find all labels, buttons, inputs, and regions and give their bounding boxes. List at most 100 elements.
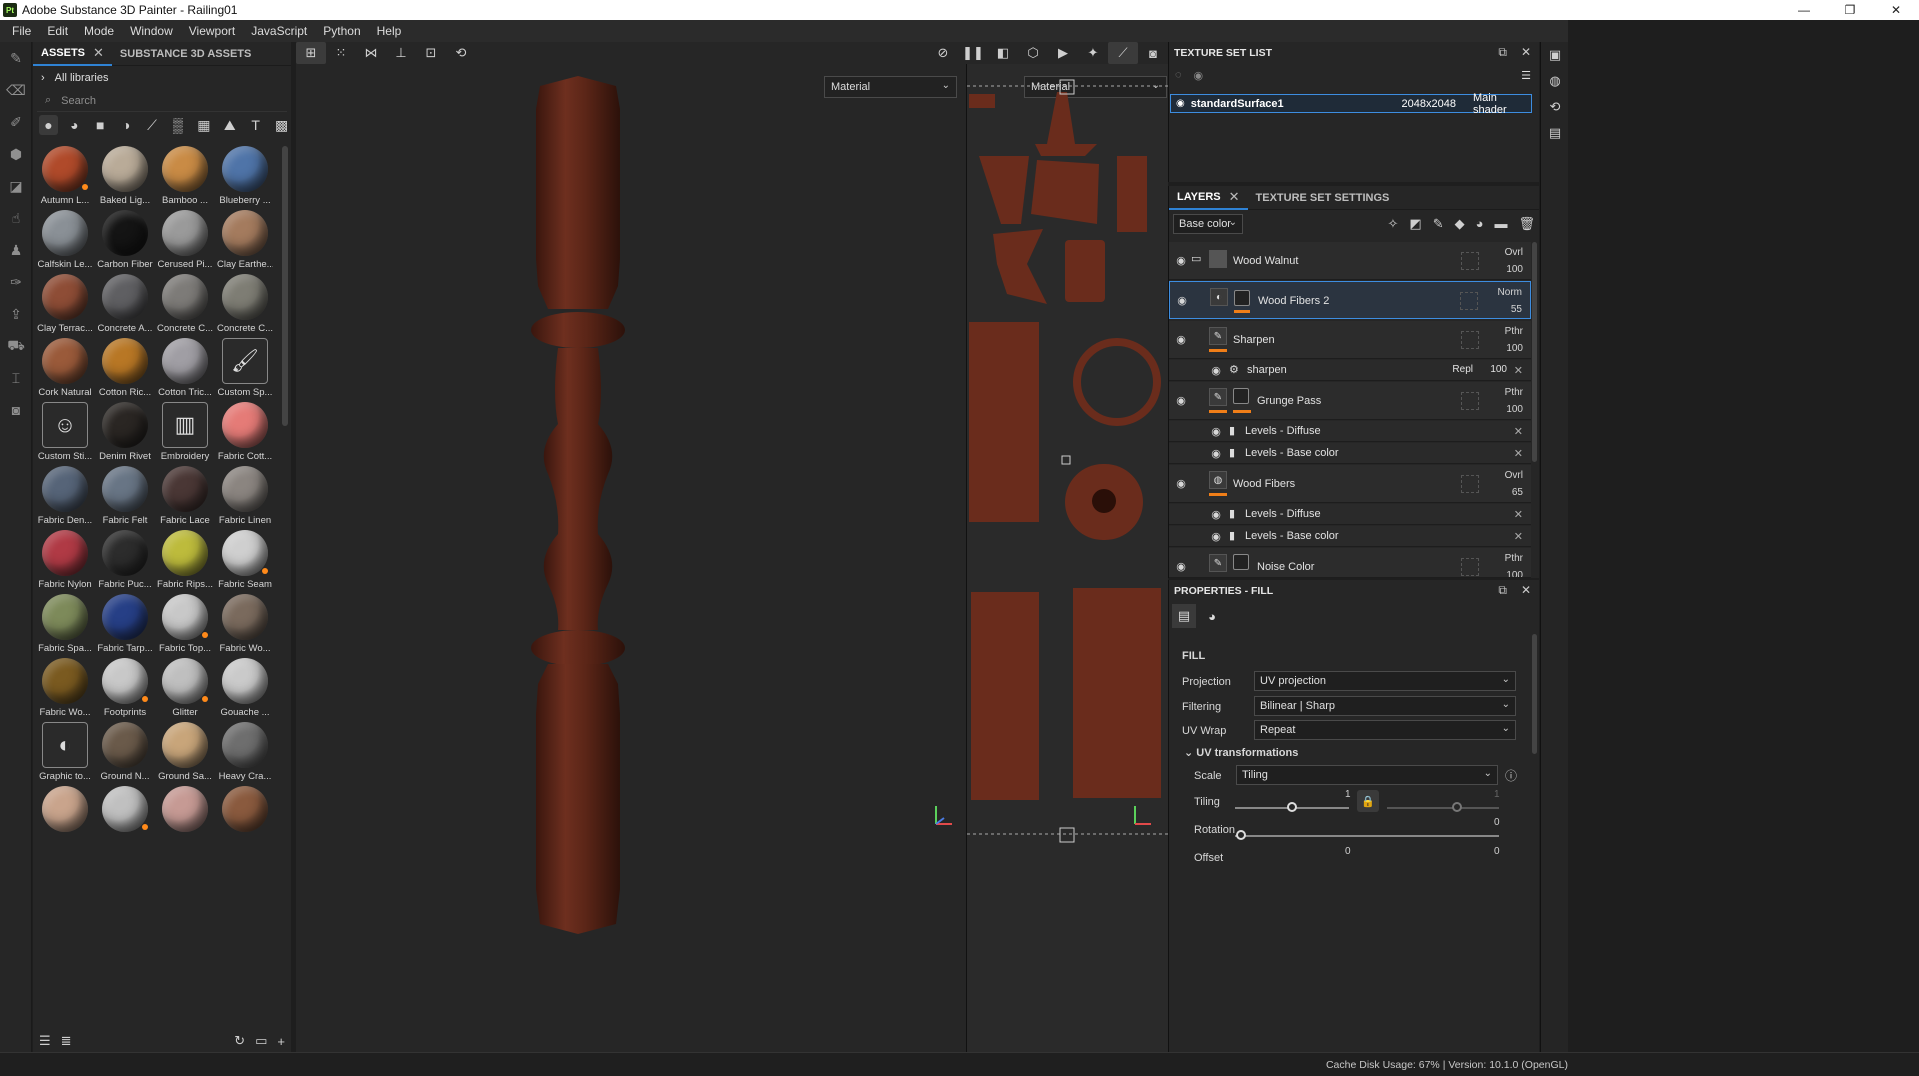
tiling-value[interactable]: 1: [1345, 789, 1351, 800]
all-libraries-row[interactable]: › All libraries: [33, 66, 291, 90]
clone-stamp-icon[interactable]: ♟: [0, 234, 32, 266]
remove-effect-icon[interactable]: ✕: [1514, 364, 1523, 377]
layer-opacity[interactable]: 55: [1511, 304, 1522, 315]
eye-icon[interactable]: ◉: [1174, 333, 1188, 346]
filter-all-icon[interactable]: ▩: [272, 115, 291, 135]
texture-set-icon[interactable]: ▣: [1541, 42, 1569, 68]
material-icon[interactable]: ◕: [1200, 604, 1224, 628]
symmetry-icon[interactable]: ⋈: [356, 42, 386, 64]
eye-icon[interactable]: ◉: [1174, 560, 1188, 573]
layer-opacity[interactable]: 65: [1512, 487, 1523, 498]
asset-tile[interactable]: Fabric Felt: [97, 466, 153, 527]
filter-row[interactable]: ◉ ▮ Levels - Base color ✕: [1169, 443, 1531, 464]
eye-icon[interactable]: ◉: [1209, 364, 1223, 377]
asset-tile[interactable]: [97, 786, 153, 846]
maximize-button[interactable]: ❐: [1827, 0, 1873, 20]
projection-icon[interactable]: ✐: [0, 106, 32, 138]
properties-scrollbar[interactable]: [1532, 634, 1537, 754]
asset-tile[interactable]: Fabric Lace: [157, 466, 213, 527]
tab-assets[interactable]: ASSETS ✕: [33, 42, 112, 66]
filter-row[interactable]: ◉ ▮ Levels - Diffuse ✕: [1169, 504, 1531, 525]
layer-blend-mode[interactable]: Pthr: [1505, 387, 1523, 398]
close-icon[interactable]: ✕: [93, 41, 104, 65]
screenshot-icon[interactable]: ◙: [1138, 42, 1168, 64]
asset-tile[interactable]: Denim Rivet: [97, 402, 153, 463]
asset-tile[interactable]: Fabric Top...: [157, 594, 213, 655]
tab-layers[interactable]: LAYERS ✕: [1169, 186, 1248, 210]
asset-tile[interactable]: Gouache ...: [217, 658, 273, 719]
menu-file[interactable]: File: [4, 24, 39, 38]
add-fill-layer-icon[interactable]: ◆: [1455, 216, 1465, 232]
asset-tile[interactable]: Ground Sa...: [157, 722, 213, 783]
asset-tile[interactable]: Autumn L...: [37, 146, 93, 207]
uv-handle-bottom[interactable]: [1059, 827, 1075, 843]
remove-effect-icon[interactable]: ✕: [1514, 530, 1523, 543]
render-icon[interactable]: ◙: [0, 394, 32, 426]
texture-set-row[interactable]: ◉ standardSurface1 2048x2048 Main shader: [1170, 92, 1532, 116]
minimize-button[interactable]: —: [1781, 0, 1827, 20]
eye-icon[interactable]: ◉: [1175, 294, 1189, 307]
eye-icon[interactable]: ◉: [1209, 447, 1223, 460]
asset-tile[interactable]: Heavy Cra...: [217, 722, 273, 783]
info-icon[interactable]: ⓘ: [1505, 767, 1517, 784]
selection-mode-icon[interactable]: ⊞: [296, 42, 326, 64]
asset-tile[interactable]: Concrete A...: [97, 274, 153, 335]
display-settings-icon[interactable]: ◍: [1541, 68, 1569, 94]
light-icon[interactable]: ✦: [1078, 42, 1108, 64]
eye-icon[interactable]: ◉: [1174, 254, 1188, 267]
delete-icon[interactable]: 🗑: [1518, 216, 1535, 232]
asset-tile[interactable]: 🖌 Custom Sp...: [217, 338, 273, 399]
export-icon[interactable]: ⛟: [0, 330, 32, 362]
asset-tile[interactable]: Clay Terrac...: [37, 274, 93, 335]
close-icon[interactable]: ✕: [1521, 583, 1531, 598]
texture-set-shader[interactable]: Main shader: [1473, 92, 1531, 116]
tiling-slider-knob[interactable]: [1287, 802, 1297, 812]
asset-tile[interactable]: Blueberry ...: [217, 146, 273, 207]
filter-textures-icon[interactable]: ▒: [169, 115, 188, 135]
remove-effect-icon[interactable]: ✕: [1514, 508, 1523, 521]
close-icon[interactable]: ✕: [1229, 185, 1240, 209]
asset-tile[interactable]: Fabric Wo...: [217, 594, 273, 655]
asset-tile[interactable]: Fabric Tarp...: [97, 594, 153, 655]
layer-row[interactable]: ◉ ◍ Wood Fibers Ovrl 65: [1169, 465, 1531, 503]
layer-opacity[interactable]: 100: [1506, 264, 1523, 275]
filter-row[interactable]: ◉ ⚙ sharpen Repl 100 ✕: [1169, 360, 1531, 381]
asset-tile[interactable]: ☺ Custom Sti...: [37, 402, 93, 463]
eye-icon[interactable]: ◉: [1176, 98, 1185, 109]
asset-tile[interactable]: Carbon Fiber: [97, 210, 153, 271]
assets-scrollbar[interactable]: [282, 146, 288, 426]
tab-substance-assets[interactable]: SUBSTANCE 3D ASSETS: [112, 42, 259, 66]
pause-icon[interactable]: ❚❚: [958, 42, 988, 64]
viewport-2d[interactable]: Material ⌄: [966, 64, 1168, 1052]
asset-tile[interactable]: Concrete C...: [217, 274, 273, 335]
filter-filters-icon[interactable]: ▦: [194, 115, 213, 135]
cube-icon[interactable]: ⬡: [1018, 42, 1048, 64]
add-effect-icon[interactable]: ✧: [1388, 216, 1399, 232]
eye-icon[interactable]: ◉: [1174, 477, 1188, 490]
asset-tile[interactable]: Footprints: [97, 658, 153, 719]
asset-tile[interactable]: Bamboo ...: [157, 146, 213, 207]
add-folder-icon[interactable]: ▬: [1494, 216, 1507, 232]
measure-icon[interactable]: ⌶: [0, 362, 32, 394]
asset-tile[interactable]: Fabric Linen: [217, 466, 273, 527]
asset-tile[interactable]: Fabric Nylon: [37, 530, 93, 591]
tiling-slider-track-secondary[interactable]: [1387, 807, 1499, 809]
menu-window[interactable]: Window: [122, 24, 181, 38]
float-panel-icon[interactable]: ⧉: [1498, 45, 1507, 60]
layer-row[interactable]: ◉ ✎ Sharpen Pthr 100: [1169, 321, 1531, 359]
remove-effect-icon[interactable]: ✕: [1514, 425, 1523, 438]
asset-tile[interactable]: Fabric Rips...: [157, 530, 213, 591]
asset-tile[interactable]: Cotton Ric...: [97, 338, 153, 399]
filter-masks-icon[interactable]: ■: [91, 115, 110, 135]
menu-viewport[interactable]: Viewport: [181, 24, 243, 38]
asset-tile[interactable]: Fabric Puc...: [97, 530, 153, 591]
filter-row[interactable]: ◉ ▮ Levels - Diffuse ✕: [1169, 421, 1531, 442]
asset-tile[interactable]: ◐ Graphic to...: [37, 722, 93, 783]
history-icon[interactable]: ⟲: [446, 42, 476, 64]
sort-icon[interactable]: ☰: [39, 1033, 51, 1049]
folder-icon[interactable]: ▭: [255, 1033, 267, 1049]
tiling-slider-knob-secondary[interactable]: [1452, 802, 1462, 812]
menu-icon[interactable]: ☰: [1521, 69, 1531, 82]
frame-icon[interactable]: ⊡: [416, 42, 446, 64]
add-icon[interactable]: +: [277, 1034, 285, 1049]
